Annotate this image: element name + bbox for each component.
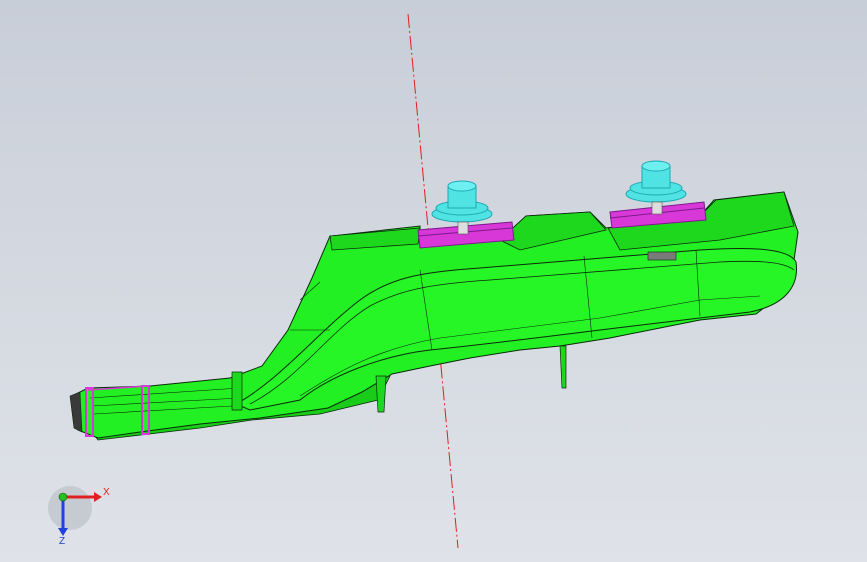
cad-viewport[interactable]: X Z xyxy=(0,0,867,562)
fastener-right[interactable] xyxy=(609,160,707,229)
fastener-left[interactable] xyxy=(417,180,515,249)
triad-origin xyxy=(58,492,68,502)
triad-shadow xyxy=(48,486,92,530)
bolt-head-left xyxy=(447,180,477,192)
arm-post xyxy=(231,371,243,411)
orientation-triad[interactable]: X Z xyxy=(48,486,110,547)
cad-scene[interactable]: X Z xyxy=(0,0,867,562)
triad-x-label: X xyxy=(103,487,110,498)
bolt-nut-left xyxy=(457,221,469,235)
triad-z-label: Z xyxy=(59,536,65,547)
bolt-head-right xyxy=(641,160,671,172)
top-slot xyxy=(647,251,677,261)
mount-leg-left xyxy=(375,375,387,413)
mount-leg-right xyxy=(559,345,567,389)
triad-x-arrow xyxy=(94,492,102,502)
arm-end-cap xyxy=(69,391,83,433)
triad-z-arrow xyxy=(58,528,68,536)
bolt-nut-right xyxy=(651,201,663,215)
